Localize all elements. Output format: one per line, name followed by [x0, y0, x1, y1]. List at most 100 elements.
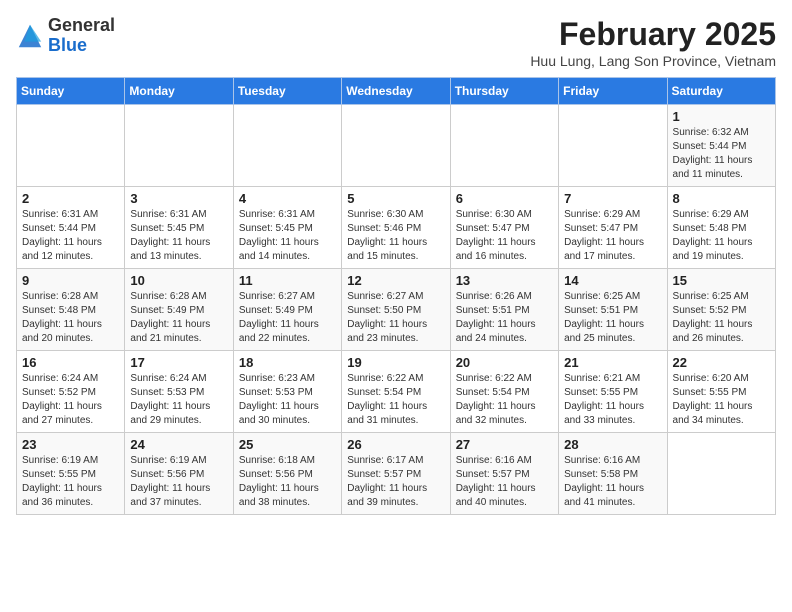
day-of-week-header: Monday — [125, 78, 233, 105]
day-info-text: Sunrise: 6:19 AM Sunset: 5:55 PM Dayligh… — [22, 454, 119, 510]
day-number: 7 — [564, 191, 661, 206]
calendar-cell: 18 Sunrise: 6:23 AM Sunset: 5:53 PM Dayli… — [233, 351, 341, 433]
calendar-cell: 26Sunrise: 6:17 AM Sunset: 5:57 PM Dayli… — [342, 433, 450, 515]
day-info-text: Sunrise: 6:16 AM Sunset: 5:58 PM Dayligh… — [564, 454, 661, 510]
day-number: 9 — [22, 273, 119, 288]
logo: General Blue — [16, 16, 115, 56]
title-block: February 2025 Huu Lung, Lang Son Provinc… — [530, 16, 776, 69]
calendar-cell: 21 Sunrise: 6:21 AM Sunset: 5:55 PM Dayli… — [559, 351, 667, 433]
day-info-text: Sunrise: 6:25 AM Sunset: 5:51 PM Dayligh… — [564, 290, 661, 346]
calendar-cell: 23 Sunrise: 6:19 AM Sunset: 5:55 PM Dayli… — [17, 433, 125, 515]
day-info-text: Sunrise: 6:16 AM Sunset: 5:57 PM Dayligh… — [456, 454, 553, 510]
calendar-cell: 12 Sunrise: 6:27 AM Sunset: 5:50 PM Dayli… — [342, 269, 450, 351]
calendar-cell — [559, 105, 667, 187]
calendar-cell — [342, 105, 450, 187]
day-number: 2 — [22, 191, 119, 206]
calendar-week-row: 2 Sunrise: 6:31 AM Sunset: 5:44 PM Daylig… — [17, 187, 776, 269]
day-info-text: Sunrise: 6:29 AM Sunset: 5:47 PM Dayligh… — [564, 208, 661, 264]
calendar-table: SundayMondayTuesdayWednesdayThursdayFrid… — [16, 77, 776, 515]
calendar-cell: 1 Sunrise: 6:32 AM Sunset: 5:44 PM Daylig… — [667, 105, 775, 187]
day-info-text: Sunrise: 6:24 AM Sunset: 5:53 PM Dayligh… — [130, 372, 227, 428]
day-number: 12 — [347, 273, 444, 288]
day-info-text: Sunrise: 6:31 AM Sunset: 5:45 PM Dayligh… — [239, 208, 336, 264]
day-number: 13 — [456, 273, 553, 288]
day-info-text: Sunrise: 6:28 AM Sunset: 5:48 PM Dayligh… — [22, 290, 119, 346]
calendar-cell: 7 Sunrise: 6:29 AM Sunset: 5:47 PM Daylig… — [559, 187, 667, 269]
day-info-text: Sunrise: 6:17 AM Sunset: 5:57 PM Dayligh… — [347, 454, 444, 510]
month-year-title: February 2025 — [530, 16, 776, 53]
day-number: 1 — [673, 109, 770, 124]
day-of-week-header: Saturday — [667, 78, 775, 105]
day-number: 27 — [456, 437, 553, 452]
calendar-cell — [233, 105, 341, 187]
calendar-cell: 24 Sunrise: 6:19 AM Sunset: 5:56 PM Dayli… — [125, 433, 233, 515]
page-header: General Blue February 2025 Huu Lung, Lan… — [16, 16, 776, 69]
day-number: 25 — [239, 437, 336, 452]
day-info-text: Sunrise: 6:18 AM Sunset: 5:56 PM Dayligh… — [239, 454, 336, 510]
day-number: 14 — [564, 273, 661, 288]
day-number: 17 — [130, 355, 227, 370]
day-number: 23 — [22, 437, 119, 452]
calendar-week-row: 16 Sunrise: 6:24 AM Sunset: 5:52 PM Dayli… — [17, 351, 776, 433]
day-info-text: Sunrise: 6:27 AM Sunset: 5:49 PM Dayligh… — [239, 290, 336, 346]
day-info-text: Sunrise: 6:24 AM Sunset: 5:52 PM Dayligh… — [22, 372, 119, 428]
day-info-text: Sunrise: 6:27 AM Sunset: 5:50 PM Dayligh… — [347, 290, 444, 346]
calendar-cell — [450, 105, 558, 187]
day-of-week-header: Tuesday — [233, 78, 341, 105]
calendar-cell: 17 Sunrise: 6:24 AM Sunset: 5:53 PM Dayli… — [125, 351, 233, 433]
day-number: 3 — [130, 191, 227, 206]
logo-blue-text: Blue — [48, 35, 87, 55]
day-of-week-header: Sunday — [17, 78, 125, 105]
day-info-text: Sunrise: 6:32 AM Sunset: 5:44 PM Dayligh… — [673, 126, 770, 182]
calendar-header-row: SundayMondayTuesdayWednesdayThursdayFrid… — [17, 78, 776, 105]
day-number: 6 — [456, 191, 553, 206]
calendar-cell: 14 Sunrise: 6:25 AM Sunset: 5:51 PM Dayli… — [559, 269, 667, 351]
logo-icon — [16, 22, 44, 50]
day-info-text: Sunrise: 6:25 AM Sunset: 5:52 PM Dayligh… — [673, 290, 770, 346]
location-subtitle: Huu Lung, Lang Son Province, Vietnam — [530, 53, 776, 69]
calendar-cell: 4Sunrise: 6:31 AM Sunset: 5:45 PM Daylig… — [233, 187, 341, 269]
calendar-cell: 9 Sunrise: 6:28 AM Sunset: 5:48 PM Daylig… — [17, 269, 125, 351]
calendar-cell — [125, 105, 233, 187]
calendar-cell: 27 Sunrise: 6:16 AM Sunset: 5:57 PM Dayli… — [450, 433, 558, 515]
calendar-cell: 10 Sunrise: 6:28 AM Sunset: 5:49 PM Dayli… — [125, 269, 233, 351]
calendar-week-row: 23 Sunrise: 6:19 AM Sunset: 5:55 PM Dayli… — [17, 433, 776, 515]
day-number: 5 — [347, 191, 444, 206]
logo-general-text: General — [48, 15, 115, 35]
calendar-cell: 22Sunrise: 6:20 AM Sunset: 5:55 PM Dayli… — [667, 351, 775, 433]
calendar-cell: 19Sunrise: 6:22 AM Sunset: 5:54 PM Dayli… — [342, 351, 450, 433]
day-info-text: Sunrise: 6:28 AM Sunset: 5:49 PM Dayligh… — [130, 290, 227, 346]
calendar-cell — [17, 105, 125, 187]
day-info-text: Sunrise: 6:26 AM Sunset: 5:51 PM Dayligh… — [456, 290, 553, 346]
day-number: 15 — [673, 273, 770, 288]
day-number: 18 — [239, 355, 336, 370]
day-info-text: Sunrise: 6:30 AM Sunset: 5:46 PM Dayligh… — [347, 208, 444, 264]
calendar-cell: 6 Sunrise: 6:30 AM Sunset: 5:47 PM Daylig… — [450, 187, 558, 269]
day-number: 10 — [130, 273, 227, 288]
day-info-text: Sunrise: 6:31 AM Sunset: 5:44 PM Dayligh… — [22, 208, 119, 264]
calendar-cell: 8Sunrise: 6:29 AM Sunset: 5:48 PM Daylig… — [667, 187, 775, 269]
day-info-text: Sunrise: 6:30 AM Sunset: 5:47 PM Dayligh… — [456, 208, 553, 264]
calendar-cell: 13 Sunrise: 6:26 AM Sunset: 5:51 PM Dayli… — [450, 269, 558, 351]
day-info-text: Sunrise: 6:21 AM Sunset: 5:55 PM Dayligh… — [564, 372, 661, 428]
day-info-text: Sunrise: 6:22 AM Sunset: 5:54 PM Dayligh… — [347, 372, 444, 428]
calendar-week-row: 1 Sunrise: 6:32 AM Sunset: 5:44 PM Daylig… — [17, 105, 776, 187]
calendar-cell: 28 Sunrise: 6:16 AM Sunset: 5:58 PM Dayli… — [559, 433, 667, 515]
calendar-cell: 20Sunrise: 6:22 AM Sunset: 5:54 PM Dayli… — [450, 351, 558, 433]
calendar-cell: 16 Sunrise: 6:24 AM Sunset: 5:52 PM Dayli… — [17, 351, 125, 433]
day-info-text: Sunrise: 6:19 AM Sunset: 5:56 PM Dayligh… — [130, 454, 227, 510]
day-info-text: Sunrise: 6:23 AM Sunset: 5:53 PM Dayligh… — [239, 372, 336, 428]
day-info-text: Sunrise: 6:20 AM Sunset: 5:55 PM Dayligh… — [673, 372, 770, 428]
day-number: 28 — [564, 437, 661, 452]
day-of-week-header: Thursday — [450, 78, 558, 105]
day-of-week-header: Friday — [559, 78, 667, 105]
day-number: 24 — [130, 437, 227, 452]
day-of-week-header: Wednesday — [342, 78, 450, 105]
day-number: 16 — [22, 355, 119, 370]
day-info-text: Sunrise: 6:31 AM Sunset: 5:45 PM Dayligh… — [130, 208, 227, 264]
day-info-text: Sunrise: 6:22 AM Sunset: 5:54 PM Dayligh… — [456, 372, 553, 428]
calendar-cell: 2 Sunrise: 6:31 AM Sunset: 5:44 PM Daylig… — [17, 187, 125, 269]
calendar-cell: 15 Sunrise: 6:25 AM Sunset: 5:52 PM Dayli… — [667, 269, 775, 351]
day-number: 21 — [564, 355, 661, 370]
day-number: 8 — [673, 191, 770, 206]
